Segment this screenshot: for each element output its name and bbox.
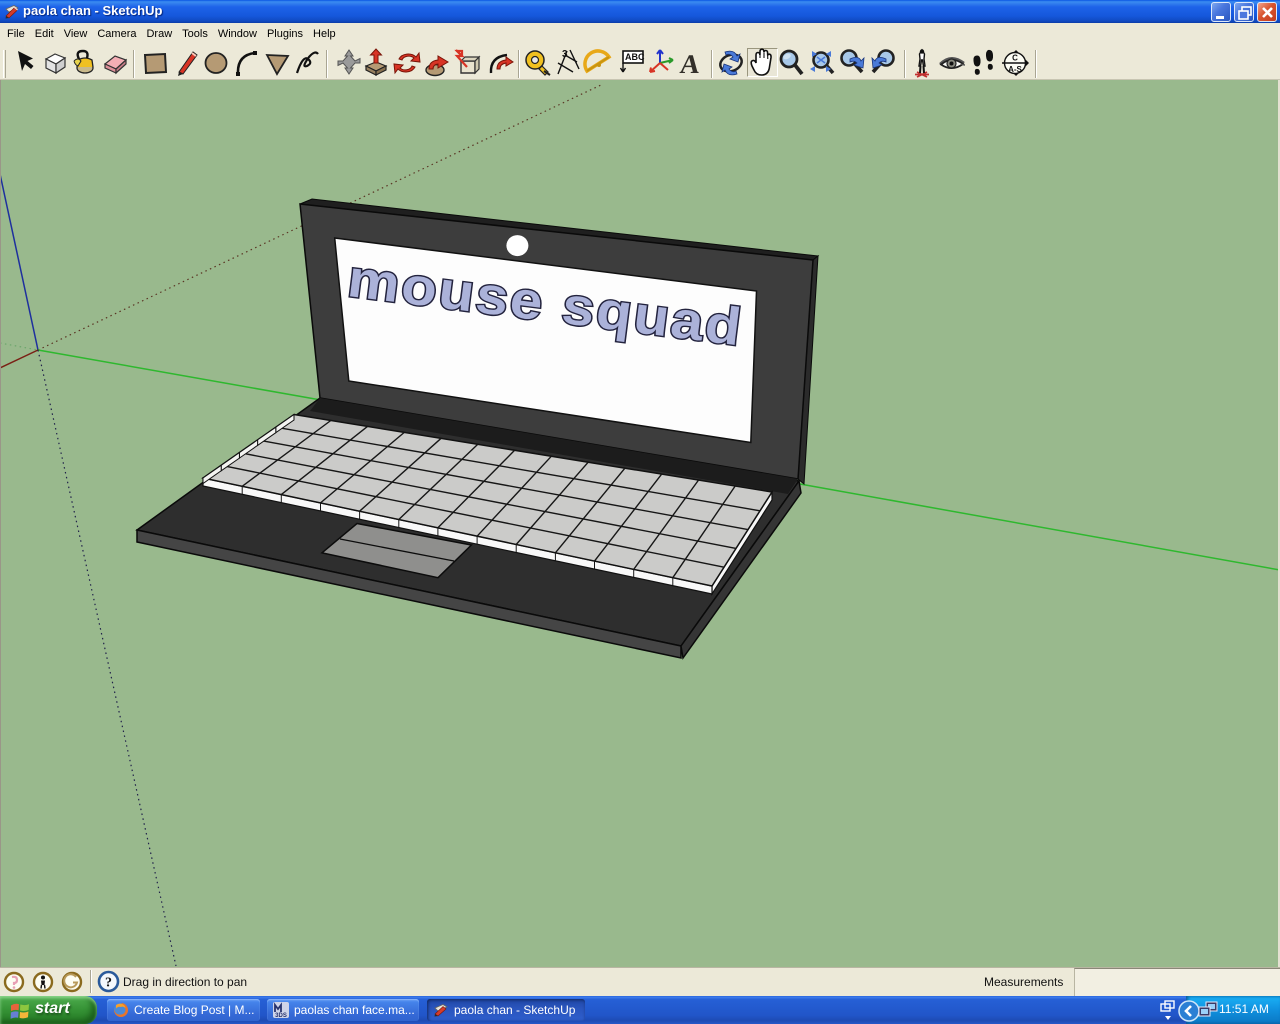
svg-text:C: C <box>1012 54 1018 63</box>
svg-text:?: ? <box>105 976 112 991</box>
svg-text:ABC: ABC <box>625 52 645 62</box>
svg-text:3DS: 3DS <box>275 1013 287 1018</box>
svg-text:A-S: A-S <box>1008 65 1022 74</box>
svg-text:A: A <box>679 49 702 79</box>
svg-text:3: 3 <box>562 49 568 60</box>
